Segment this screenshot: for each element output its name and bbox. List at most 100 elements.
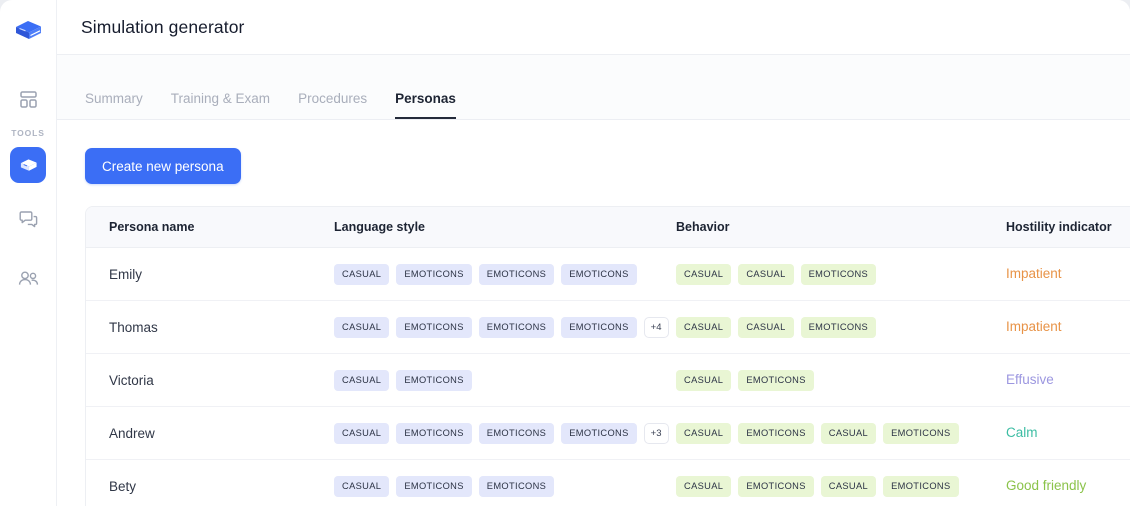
column-header-language-style: Language style (334, 207, 676, 248)
cell-hostility-indicator: Impatient (1006, 300, 1130, 354)
behavior-chip[interactable]: CASUAL (676, 316, 732, 338)
cell-persona-name: Emily (86, 247, 334, 301)
cell-persona-name: Thomas (86, 300, 334, 354)
main-panel: Simulation generator Summary Training & … (57, 0, 1130, 506)
sidebar-item-conversations[interactable] (10, 202, 46, 238)
behavior-chip[interactable]: CASUAL (676, 369, 732, 391)
language-chip[interactable]: EMOTICONS (561, 316, 637, 338)
language-chip[interactable]: CASUAL (334, 422, 390, 444)
language-chip[interactable]: EMOTICONS (478, 263, 555, 285)
column-header-persona-name: Persona name (86, 207, 334, 248)
language-chip[interactable]: EMOTICONS (396, 316, 472, 338)
cell-language-style: CASUAL EMOTICONS EMOTICONS EMOTICONS +4 (334, 300, 676, 354)
cell-language-style: CASUAL EMOTICONS EMOTICONS EMOTICONS +3 (334, 406, 676, 460)
tab-personas[interactable]: Personas (395, 91, 456, 119)
dashboard-icon (19, 90, 37, 108)
cell-behavior: CASUAL EMOTICONS (676, 353, 1006, 407)
hostility-indicator-value: Effusive (1006, 372, 1054, 387)
hostility-indicator-value: Good friendly (1006, 478, 1087, 493)
behavior-chip[interactable]: CASUAL (676, 263, 732, 285)
tab-procedures[interactable]: Procedures (298, 91, 367, 119)
cell-behavior: CASUAL EMOTICONS CASUAL EMOTICONS (676, 459, 1006, 506)
behavior-chip[interactable]: EMOTICONS (883, 475, 959, 497)
cell-persona-name: Victoria (86, 353, 334, 407)
language-chip[interactable]: CASUAL (334, 316, 390, 338)
behavior-chip[interactable]: EMOTICONS (738, 369, 814, 391)
hostility-indicator-value: Impatient (1006, 266, 1062, 281)
cell-hostility-indicator: Impatient (1006, 247, 1130, 301)
language-chip[interactable]: EMOTICONS (478, 422, 555, 444)
column-header-behavior: Behavior (676, 207, 1006, 248)
language-chip[interactable]: CASUAL (334, 263, 390, 285)
cell-language-style: CASUAL EMOTICONS EMOTICONS (334, 459, 676, 506)
sidebar-item-users[interactable] (10, 260, 46, 296)
create-new-persona-button[interactable]: Create new persona (85, 148, 241, 184)
behavior-chip[interactable]: EMOTICONS (800, 263, 877, 285)
behavior-chip-group: CASUAL EMOTICONS CASUAL EMOTICONS (676, 475, 1006, 497)
cell-behavior: CASUAL CASUAL EMOTICONS (676, 300, 1006, 354)
behavior-chip[interactable]: CASUAL (820, 475, 877, 497)
table-row[interactable]: Emily CASUAL EMOTICONS EMOTICONS EMOTICONS CA… (86, 247, 1130, 301)
table-body: Emily CASUAL EMOTICONS EMOTICONS EMOTICONS CA… (86, 247, 1130, 506)
personas-table: Persona name Language style Behavior Hos… (86, 207, 1130, 506)
table-row[interactable]: Andrew CASUAL EMOTICONS EMOTICONS EMOTICONS +… (86, 406, 1130, 460)
cell-behavior: CASUAL CASUAL EMOTICONS (676, 247, 1006, 301)
language-chip[interactable]: EMOTICONS (478, 475, 555, 497)
language-chip-group: CASUAL EMOTICONS (334, 369, 676, 391)
behavior-chip-group: CASUAL EMOTICONS (676, 369, 1006, 391)
table-head: Persona name Language style Behavior Hos… (86, 207, 1130, 248)
cell-hostility-indicator: Good friendly (1006, 459, 1130, 506)
language-more-badge[interactable]: +4 (643, 316, 669, 338)
table-row[interactable]: Victoria CASUAL EMOTICONS CASUAL EMOTICONS Ef… (86, 353, 1130, 407)
behavior-chip[interactable]: EMOTICONS (738, 475, 814, 497)
table-row[interactable]: Thomas CASUAL EMOTICONS EMOTICONS EMOTICONS +… (86, 300, 1130, 354)
behavior-chip[interactable]: CASUAL (738, 316, 794, 338)
sidebar-item-simulation-generator[interactable] (10, 147, 46, 183)
behavior-chip-group: CASUAL EMOTICONS CASUAL EMOTICONS (676, 422, 1006, 444)
book-logo-icon (16, 20, 41, 39)
sidebar-item-dashboard[interactable] (10, 81, 46, 117)
language-chip[interactable]: EMOTICONS (561, 422, 637, 444)
content-area: Create new persona Persona name Language… (57, 120, 1130, 506)
cell-behavior: CASUAL EMOTICONS CASUAL EMOTICONS (676, 406, 1006, 460)
table-row[interactable]: Bety CASUAL EMOTICONS EMOTICONS CASUAL EMOTIC… (86, 459, 1130, 506)
behavior-chip-group: CASUAL CASUAL EMOTICONS (676, 316, 1006, 338)
personas-table-container: Persona name Language style Behavior Hos… (85, 206, 1130, 506)
cell-persona-name: Andrew (86, 406, 334, 460)
sidebar: TOOLS (0, 0, 57, 506)
hostility-indicator-value: Calm (1006, 425, 1038, 440)
language-more-badge[interactable]: +3 (643, 422, 669, 444)
behavior-chip[interactable]: CASUAL (676, 475, 732, 497)
behavior-chip[interactable]: CASUAL (676, 422, 732, 444)
graduation-cap-icon (20, 158, 37, 171)
tab-bar: Summary Training & Exam Procedures Perso… (57, 55, 1130, 120)
behavior-chip[interactable]: EMOTICONS (738, 422, 814, 444)
language-chip[interactable]: EMOTICONS (478, 316, 555, 338)
sidebar-section-label: TOOLS (11, 128, 45, 138)
behavior-chip[interactable]: CASUAL (738, 263, 794, 285)
behavior-chip[interactable]: CASUAL (820, 422, 877, 444)
tab-list: Summary Training & Exam Procedures Perso… (85, 91, 456, 119)
behavior-chip[interactable]: EMOTICONS (800, 316, 877, 338)
behavior-chip[interactable]: EMOTICONS (883, 422, 959, 444)
people-icon (18, 271, 38, 285)
tab-training-exam[interactable]: Training & Exam (171, 91, 270, 119)
language-chip[interactable]: CASUAL (334, 369, 390, 391)
language-chip[interactable]: EMOTICONS (396, 369, 472, 391)
table-header-row: Persona name Language style Behavior Hos… (86, 207, 1130, 248)
language-chip[interactable]: CASUAL (334, 475, 390, 497)
language-chip[interactable]: EMOTICONS (396, 263, 472, 285)
behavior-chip-group: CASUAL CASUAL EMOTICONS (676, 263, 1006, 285)
cell-language-style: CASUAL EMOTICONS EMOTICONS EMOTICONS (334, 247, 676, 301)
page-title: Simulation generator (81, 16, 245, 37)
language-chip-group: CASUAL EMOTICONS EMOTICONS EMOTICONS +3 (334, 422, 676, 444)
language-chip-group: CASUAL EMOTICONS EMOTICONS EMOTICONS +4 (334, 316, 676, 338)
language-chip[interactable]: EMOTICONS (561, 263, 637, 285)
language-chip[interactable]: EMOTICONS (396, 475, 472, 497)
language-chip-group: CASUAL EMOTICONS EMOTICONS (334, 475, 676, 497)
top-bar: Simulation generator (57, 0, 1130, 55)
language-chip[interactable]: EMOTICONS (396, 422, 472, 444)
hostility-indicator-value: Impatient (1006, 319, 1062, 334)
app-logo[interactable] (0, 2, 57, 59)
tab-summary[interactable]: Summary (85, 91, 143, 119)
